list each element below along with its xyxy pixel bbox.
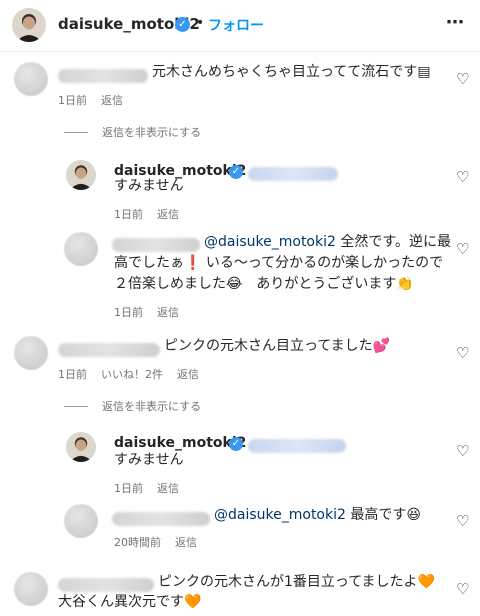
comment-time: 1日前 bbox=[58, 94, 87, 107]
follow-button[interactable]: フォロー bbox=[208, 15, 264, 35]
divider-line bbox=[64, 131, 88, 133]
hide-replies-button[interactable]: 返信を非表示にする bbox=[64, 124, 201, 140]
reply-text-line3: ２倍楽しめました😂 ありがとうございます👏 bbox=[114, 274, 414, 295]
reply-body: 最高です bbox=[345, 507, 407, 523]
commenter-avatar[interactable] bbox=[14, 572, 48, 606]
reply-body-line2: 高でしたぁ bbox=[114, 255, 184, 271]
reply-time: 1日前 bbox=[114, 306, 143, 319]
reply-button[interactable]: 返信 bbox=[101, 94, 123, 107]
comment-text-line1: ピンクの元木さんが1番目立ってましたよ🧡 bbox=[158, 572, 435, 593]
emoji: 😆 bbox=[406, 507, 421, 523]
reply-body-line3: ２倍楽しめました bbox=[114, 276, 226, 292]
reply-time: 1日前 bbox=[114, 208, 143, 221]
likes-count[interactable]: いいね！2件 bbox=[101, 368, 163, 381]
comment-body-line1: ピンクの元木さんが1番目立ってましたよ bbox=[158, 574, 418, 590]
emoji: 🧡 bbox=[417, 574, 435, 590]
author-avatar[interactable] bbox=[12, 8, 46, 42]
comment-body-line2: 大谷くん異次元です bbox=[58, 594, 184, 610]
reply-avatar[interactable] bbox=[66, 432, 96, 462]
like-heart-icon[interactable]: ♡ bbox=[456, 168, 469, 186]
mention-link[interactable]: @daisuke_motoki2 bbox=[204, 234, 336, 250]
reply-avatar[interactable] bbox=[64, 504, 98, 538]
reply-button[interactable]: 返信 bbox=[157, 482, 179, 495]
reply-button[interactable]: 返信 bbox=[175, 536, 197, 549]
hide-replies-button[interactable]: 返信を非表示にする bbox=[64, 398, 201, 414]
commenter-username-blurred[interactable] bbox=[58, 69, 148, 83]
reply-avatar[interactable] bbox=[64, 232, 98, 266]
reply-meta: 20時間前 返信 bbox=[114, 534, 211, 550]
reply-text: すみません bbox=[114, 178, 184, 194]
mention-blurred[interactable] bbox=[248, 167, 338, 181]
commenter-avatar[interactable] bbox=[14, 62, 48, 96]
reply-text-line2: 高でしたぁ❗ いる〜って分かるのが楽しかったので bbox=[114, 253, 443, 274]
mention-blurred[interactable] bbox=[248, 439, 346, 453]
like-heart-icon[interactable]: ♡ bbox=[456, 512, 469, 530]
hide-replies-label: 返信を非表示にする bbox=[102, 126, 202, 139]
reply-username-blurred[interactable] bbox=[112, 512, 210, 526]
divider-line bbox=[64, 405, 88, 407]
hide-replies-label: 返信を非表示にする bbox=[102, 400, 202, 413]
verified-icon: ✓ bbox=[229, 165, 243, 179]
comment-body: ピンクの元木さん目立ってました bbox=[164, 338, 373, 354]
reply-meta: 1日前 返信 bbox=[114, 480, 193, 496]
comment-meta: 1日前 いいね！2件 返信 bbox=[58, 366, 213, 382]
reply-button[interactable]: 返信 bbox=[157, 208, 179, 221]
reply-button[interactable]: 返信 bbox=[157, 306, 179, 319]
reply-body-line2b: いる〜って分かるのが楽しかったので bbox=[201, 255, 444, 271]
reply-body-line3b: ありがとうございます bbox=[242, 276, 397, 292]
post-header: daisuke_motoki2 ✓ • フォロー ⋯ bbox=[0, 0, 480, 52]
commenter-username-blurred[interactable] bbox=[58, 578, 154, 592]
reply-username[interactable]: daisuke_motoki2 bbox=[114, 435, 246, 451]
reply-avatar[interactable] bbox=[66, 160, 96, 190]
like-heart-icon[interactable]: ♡ bbox=[456, 442, 469, 460]
like-heart-icon[interactable]: ♡ bbox=[456, 240, 469, 258]
like-heart-icon[interactable]: ♡ bbox=[456, 70, 469, 88]
like-heart-icon[interactable]: ♡ bbox=[456, 580, 469, 598]
reply-button[interactable]: 返信 bbox=[177, 368, 199, 381]
commenter-username-blurred[interactable] bbox=[58, 343, 160, 357]
reply-time: 1日前 bbox=[114, 482, 143, 495]
more-horizontal-icon[interactable]: ⋯ bbox=[446, 12, 465, 33]
comment-body: 元木さんめちゃくちゃ目立ってて流石です bbox=[152, 64, 418, 80]
reply-meta: 1日前 返信 bbox=[114, 206, 193, 222]
reply-text: すみません bbox=[114, 452, 184, 468]
emoji: 😂 bbox=[226, 276, 243, 292]
emoji: ❗ bbox=[184, 255, 202, 271]
comment-meta: 1日前 返信 bbox=[58, 92, 137, 108]
reply-meta: 1日前 返信 bbox=[114, 304, 193, 320]
reply-text: @daisuke_motoki2 最高です😆 bbox=[214, 505, 421, 526]
like-heart-icon[interactable]: ♡ bbox=[456, 344, 469, 362]
reply-body-line1: 全然です。逆に最 bbox=[335, 234, 451, 250]
emoji: 🧡 bbox=[184, 594, 202, 610]
mention-link[interactable]: @daisuke_motoki2 bbox=[214, 507, 346, 523]
emoji: ▤ bbox=[417, 64, 431, 80]
reply-time: 20時間前 bbox=[114, 536, 161, 549]
emoji: 💕 bbox=[372, 338, 391, 354]
reply-text: @daisuke_motoki2 全然です。逆に最 bbox=[204, 232, 451, 253]
separator-dot: • bbox=[196, 15, 205, 31]
comment-text-line2: 大谷くん異次元です🧡 bbox=[58, 592, 201, 613]
comment-time: 1日前 bbox=[58, 368, 87, 381]
commenter-avatar[interactable] bbox=[14, 336, 48, 370]
verified-icon: ✓ bbox=[175, 17, 190, 32]
comment-text: ピンクの元木さん目立ってました💕 bbox=[164, 336, 390, 357]
reply-username-blurred[interactable] bbox=[112, 238, 200, 252]
verified-icon: ✓ bbox=[229, 437, 243, 451]
comment-text: 元木さんめちゃくちゃ目立ってて流石です▤ bbox=[152, 62, 431, 83]
emoji: 👏 bbox=[396, 276, 414, 292]
